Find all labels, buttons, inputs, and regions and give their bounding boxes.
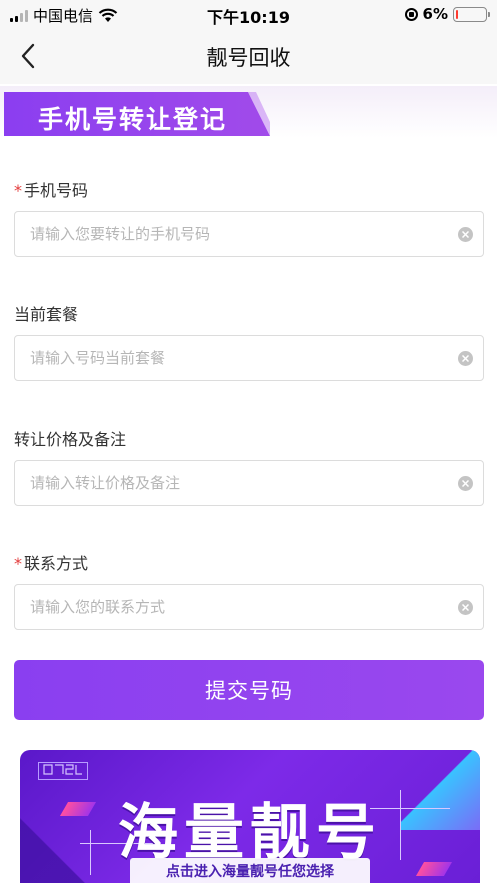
promo-subtitle: 点击进入海量靓号任您选择 <box>166 864 334 880</box>
battery-percent: 6% <box>422 5 448 23</box>
battery-icon <box>453 6 490 22</box>
submit-number-button[interactable]: 提交号码 <box>14 660 484 720</box>
phone-number-input[interactable] <box>15 212 445 256</box>
clear-icon[interactable] <box>458 476 473 491</box>
promo-banner[interactable]: 海量靓号 点击进入海量靓号任您选择 <box>20 750 480 883</box>
section-title: 手机号转让登记 <box>38 105 228 134</box>
price-notes-label: 转让价格及备注 <box>14 430 127 449</box>
current-plan-label: 当前套餐 <box>14 305 79 324</box>
battery-level <box>456 9 459 19</box>
required-mark: * <box>14 554 22 573</box>
section-header: 手机号转让登记 <box>0 86 497 138</box>
clear-icon[interactable] <box>458 600 473 615</box>
promo-logo-mark <box>38 762 88 780</box>
status-right: 6% <box>404 5 490 23</box>
page-title: 靓号回收 <box>206 46 291 70</box>
current-plan-field <box>14 335 484 381</box>
required-mark: * <box>14 181 22 200</box>
clear-icon[interactable] <box>458 227 473 242</box>
contact-field <box>14 584 484 630</box>
contact-label: * 联系方式 <box>14 554 89 573</box>
phone-number-label: * 手机号码 <box>14 181 89 200</box>
clear-icon[interactable] <box>458 351 473 366</box>
price-notes-input[interactable] <box>15 461 445 505</box>
price-notes-field <box>14 460 484 506</box>
contact-input[interactable] <box>15 585 445 629</box>
section-tag: 手机号转让登记 <box>4 92 270 136</box>
current-plan-input[interactable] <box>15 336 445 380</box>
phone-number-field <box>14 211 484 257</box>
status-bar: 中国电信 下午10:19 6% <box>0 0 497 28</box>
orientation-lock-icon <box>404 7 418 21</box>
nav-bar: 靓号回收 <box>0 28 497 84</box>
